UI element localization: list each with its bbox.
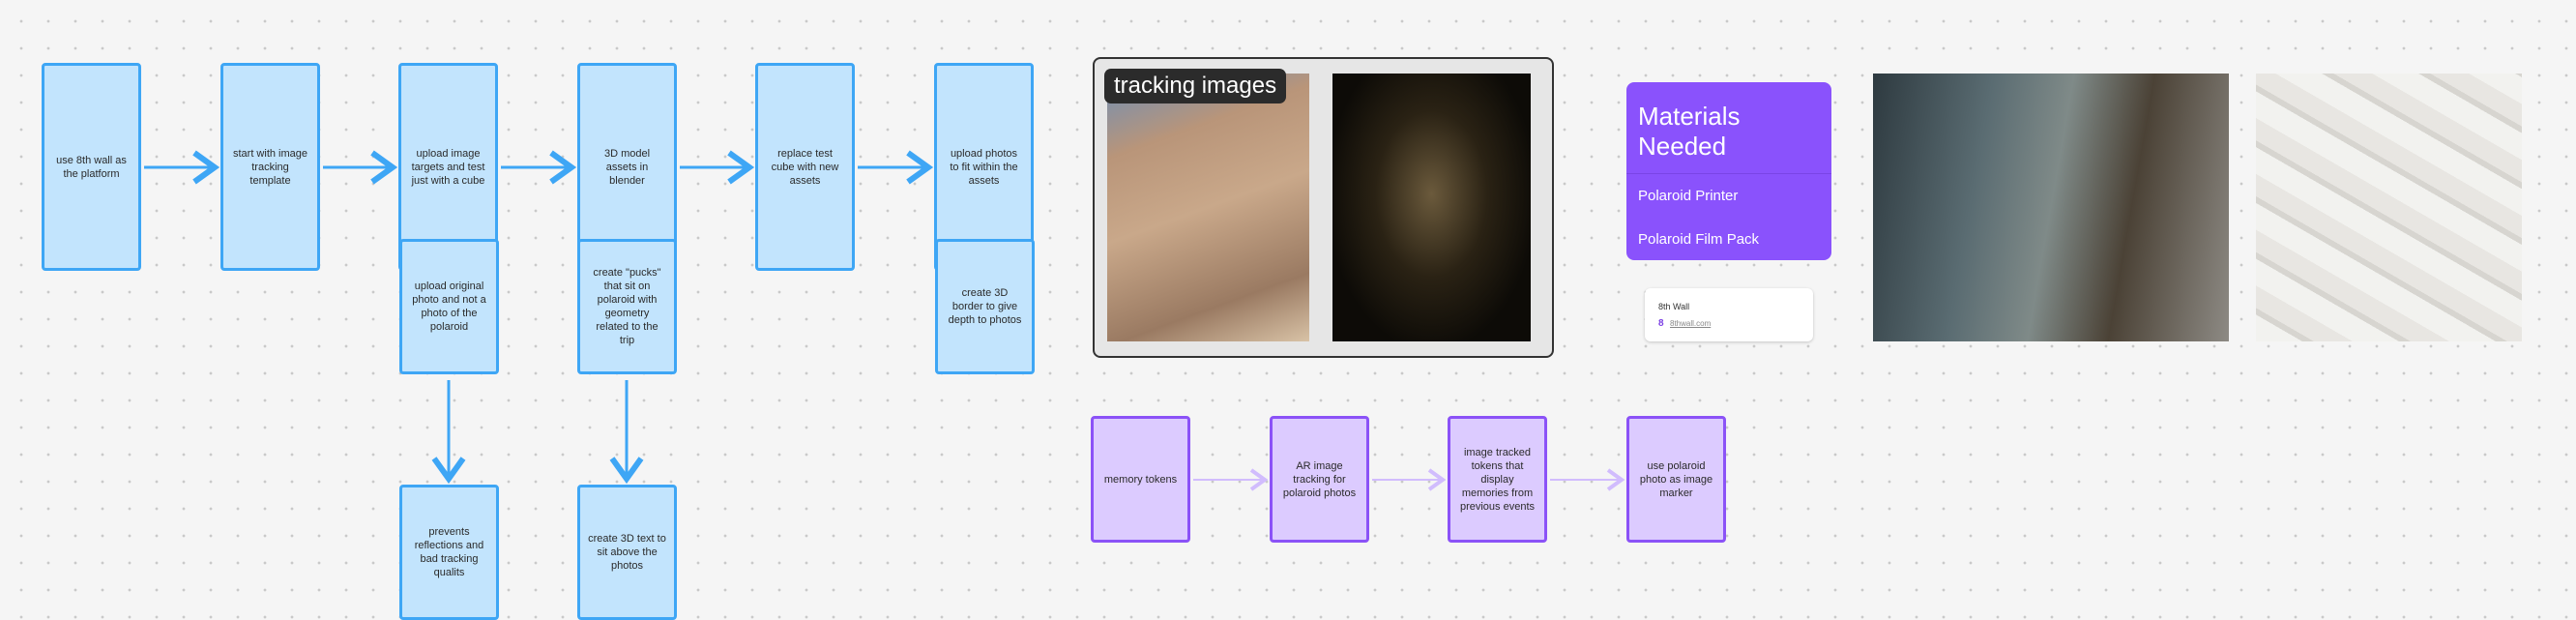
flow-step[interactable]: prevents reflections and bad tracking qu…: [399, 485, 499, 620]
flow-step[interactable]: upload original photo and not a photo of…: [399, 239, 499, 374]
photo-polaroid-pile: [2256, 74, 2522, 341]
flow-step[interactable]: create "pucks" that sit on polaroid with…: [577, 239, 677, 374]
flow-step-purple[interactable]: use polaroid photo as image marker: [1626, 416, 1726, 543]
flow-step[interactable]: create 3D text to sit above the photos: [577, 485, 677, 620]
link-title: 8th Wall: [1658, 302, 1690, 311]
materials-card[interactable]: Materials Needed Polaroid Printer Polaro…: [1626, 82, 1831, 260]
tracking-images-label: tracking images: [1104, 69, 1287, 103]
flow-step[interactable]: create 3D border to give depth to photos: [935, 239, 1035, 374]
flow-step[interactable]: use 8th wall as the platform: [42, 63, 141, 271]
flow-step[interactable]: start with image tracking template: [220, 63, 320, 271]
8thwall-logo-icon: 8: [1658, 318, 1664, 329]
photo-night-group: [1332, 74, 1531, 341]
materials-item: Polaroid Film Pack: [1638, 231, 1760, 248]
flow-step[interactable]: replace test cube with new assets: [755, 63, 855, 271]
materials-item: Polaroid Printer: [1638, 188, 1739, 204]
link-card-8thwall[interactable]: 8th Wall 8 8thwall.com: [1645, 288, 1813, 341]
link-url[interactable]: 8thwall.com: [1670, 319, 1711, 328]
photo-desert-rocks: [1107, 74, 1309, 341]
flow-step-purple[interactable]: AR image tracking for polaroid photos: [1270, 416, 1369, 543]
materials-title: Materials Needed: [1626, 82, 1831, 174]
photo-ar-minecraft-table: [1873, 74, 2229, 341]
flow-step-purple[interactable]: memory tokens: [1091, 416, 1190, 543]
flow-step-purple[interactable]: image tracked tokens that display memori…: [1448, 416, 1547, 543]
